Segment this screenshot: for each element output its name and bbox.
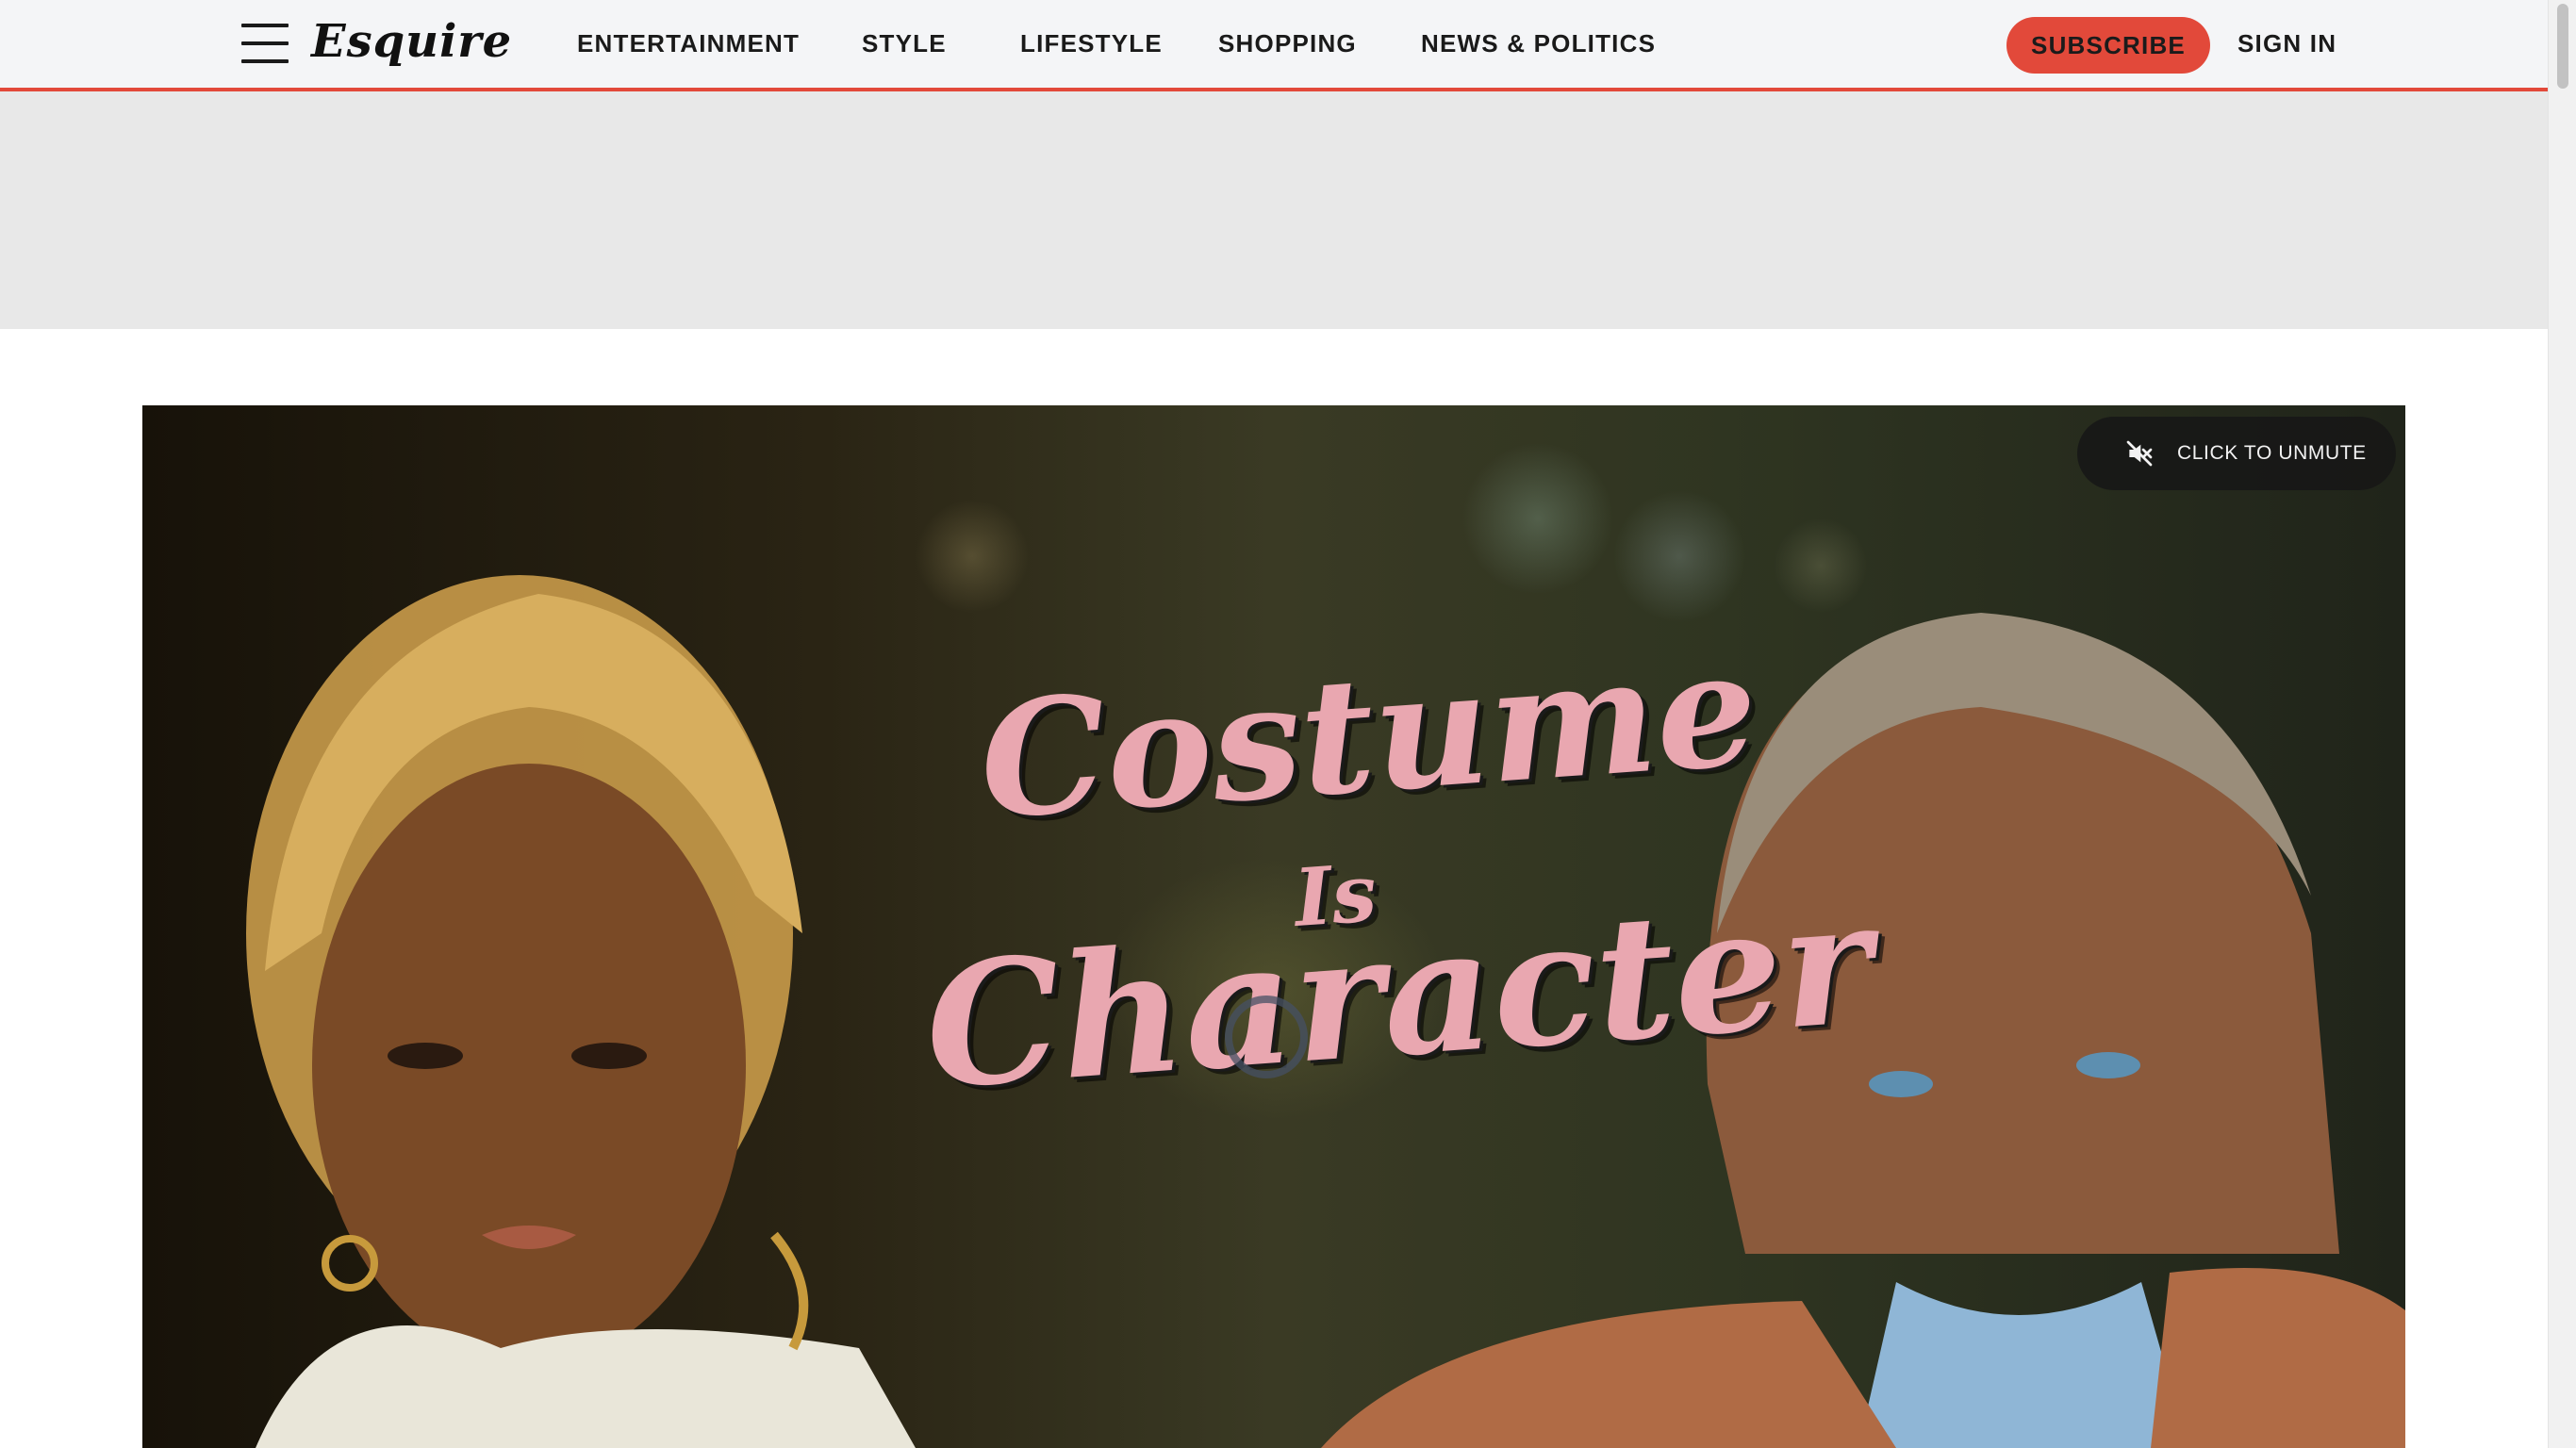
page-scrollbar[interactable]	[2548, 0, 2576, 1448]
ad-slot	[0, 91, 2548, 329]
speaker-muted-icon	[2126, 440, 2153, 467]
nav-item-lifestyle[interactable]: LIFESTYLE	[1020, 25, 1163, 62]
sign-in-link[interactable]: SIGN IN	[2237, 25, 2337, 62]
menu-icon[interactable]	[241, 23, 289, 64]
nav-item-news-politics[interactable]: NEWS & POLITICS	[1421, 25, 1656, 62]
menu-icon-bar	[241, 59, 289, 63]
nav-item-style[interactable]: STYLE	[862, 25, 947, 62]
unmute-button[interactable]: CLICK TO UNMUTE	[2077, 417, 2396, 490]
menu-icon-bar	[241, 41, 289, 45]
loading-spinner-icon	[1225, 996, 1308, 1078]
nav-item-entertainment[interactable]: ENTERTAINMENT	[577, 25, 800, 62]
unmute-label: CLICK TO UNMUTE	[2177, 442, 2367, 464]
scrollbar-thumb[interactable]	[2557, 4, 2568, 89]
video-player[interactable]: Costume Is Character CLICK TO UNMUTE	[142, 405, 2405, 1448]
menu-icon-bar	[241, 24, 289, 27]
nav-item-shopping[interactable]: SHOPPING	[1218, 25, 1357, 62]
site-logo[interactable]: Esquire	[311, 11, 512, 72]
subscribe-button[interactable]: SUBSCRIBE	[2006, 17, 2210, 74]
video-frame-image	[246, 575, 2405, 1448]
site-header: Esquire ENTERTAINMENT STYLE LIFESTYLE SH…	[0, 0, 2548, 91]
